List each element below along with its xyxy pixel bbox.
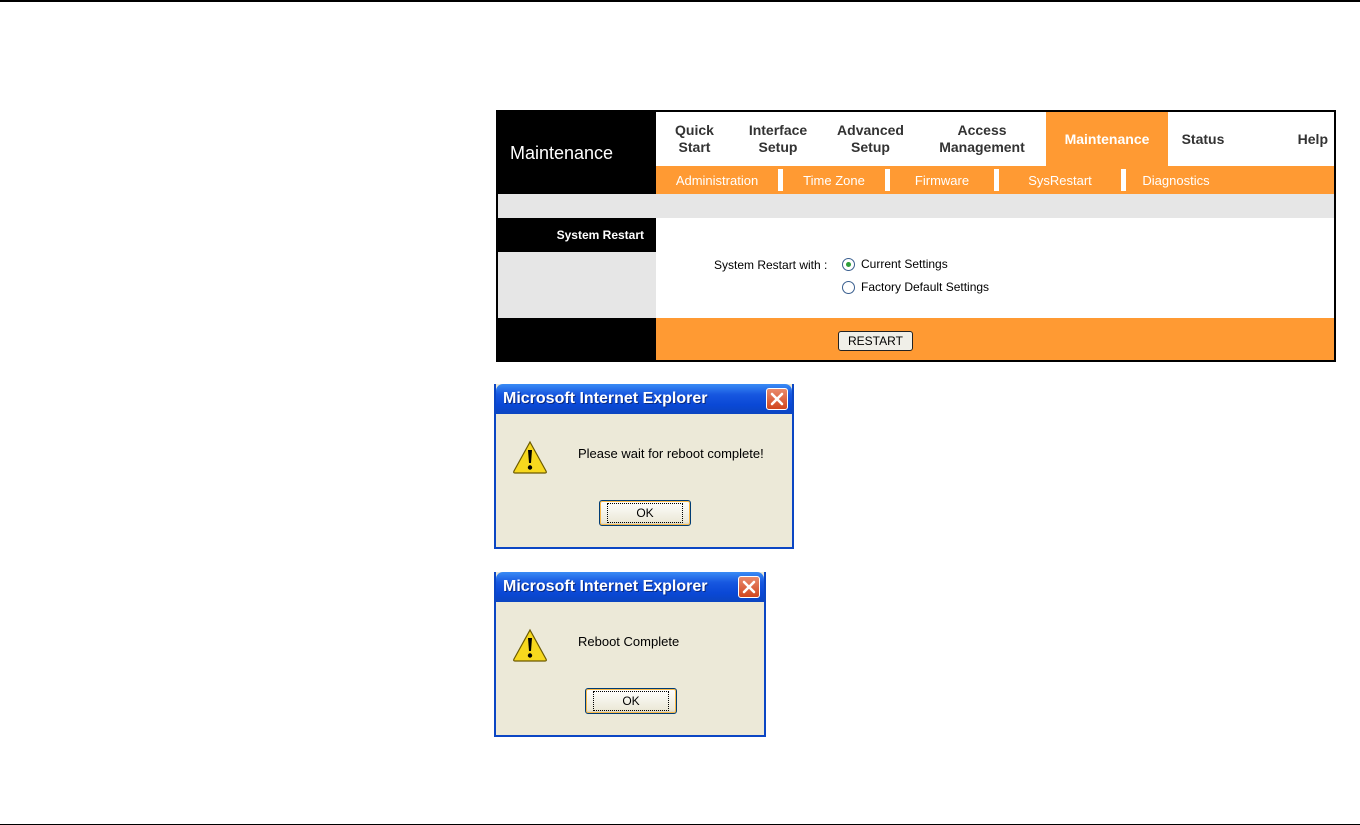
warning-icon [513, 440, 547, 474]
subtab-sysrestart[interactable]: SysRestart [999, 166, 1121, 194]
dialog-title: Microsoft Internet Explorer [503, 390, 708, 407]
option-label: Current Settings [861, 257, 948, 271]
dialog-title: Microsoft Internet Explorer [503, 578, 708, 595]
ok-button[interactable]: OK [585, 688, 677, 714]
tab-interface-setup[interactable]: Interface Setup [733, 112, 823, 166]
subtab-administration[interactable]: Administration [656, 166, 778, 194]
section-label: System Restart [498, 218, 656, 252]
tab-help[interactable]: Help [1238, 112, 1334, 166]
spacer-band [498, 194, 1334, 218]
tab-advanced-setup[interactable]: Advanced Setup [823, 112, 918, 166]
option-factory-default[interactable]: Factory Default Settings [842, 280, 989, 294]
restart-form: System Restart with : Current Settings F… [656, 218, 1334, 318]
option-label: Factory Default Settings [861, 280, 990, 294]
restart-button[interactable]: RESTART [838, 331, 913, 351]
close-button[interactable] [766, 388, 788, 410]
dialog-titlebar: Microsoft Internet Explorer [496, 384, 792, 414]
footer-bar: RESTART [656, 318, 1334, 360]
option-current-settings[interactable]: Current Settings [842, 257, 948, 271]
alert-dialog-complete: Microsoft Internet Explorer Reboot Compl… [494, 572, 766, 737]
subtab-diagnostics[interactable]: Diagnostics [1126, 166, 1226, 194]
dialog-message: Reboot Complete [578, 634, 680, 649]
alert-dialog-wait: Microsoft Internet Explorer Please wait … [494, 384, 794, 549]
page-title: Maintenance [498, 112, 656, 194]
dialog-titlebar: Microsoft Internet Explorer [496, 572, 764, 602]
dialog-message: Please wait for reboot complete! [578, 446, 764, 461]
restart-with-label: System Restart with : [714, 258, 828, 272]
ok-label: OK [593, 691, 669, 711]
subtab-time-zone[interactable]: Time Zone [783, 166, 885, 194]
top-rule [0, 0, 1360, 2]
close-icon [770, 392, 784, 406]
warning-icon [513, 628, 547, 662]
tab-access-management[interactable]: Access Management [918, 112, 1046, 166]
tab-status[interactable]: Status [1168, 112, 1238, 166]
subtab-firmware[interactable]: Firmware [890, 166, 994, 194]
radio-factory-default[interactable] [842, 280, 855, 294]
router-panel: Maintenance Quick Start Interface Setup … [496, 110, 1336, 362]
footer-left [498, 318, 656, 360]
sidebar-fill [498, 252, 656, 318]
close-button[interactable] [738, 576, 760, 598]
ok-button[interactable]: OK [599, 500, 691, 526]
sub-nav: Administration Time Zone Firmware SysRes… [656, 166, 1334, 194]
radio-current-settings[interactable] [842, 257, 855, 271]
main-nav: Quick Start Interface Setup Advanced Set… [656, 112, 1334, 166]
close-icon [742, 580, 756, 594]
tab-quick-start[interactable]: Quick Start [656, 112, 733, 166]
tab-maintenance[interactable]: Maintenance [1046, 112, 1168, 166]
ok-label: OK [607, 503, 683, 523]
